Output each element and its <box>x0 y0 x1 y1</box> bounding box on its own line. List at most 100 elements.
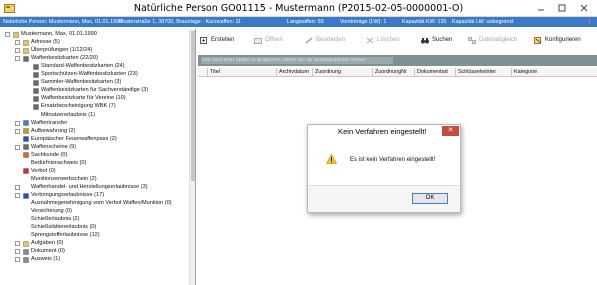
gun-icon <box>33 88 39 94</box>
tree-item-label[interactable]: Waffentransfer <box>31 120 67 127</box>
oeffnen-label: Öffnen <box>265 37 283 43</box>
tree-item-label[interactable]: Europäischer Feuerwaffenpass (2) <box>31 136 117 143</box>
gun-icon <box>33 80 39 86</box>
konfigurieren-label: Konfigurieren <box>545 37 581 43</box>
tree-item-label[interactable]: Sportschützen-Waffenbesitzkarten (23) <box>41 71 138 78</box>
info-address: Musterstraße 1, 38700, Braunlage - Kurzw… <box>119 19 242 25</box>
tree-item-label[interactable]: Waffenscheine (9) <box>31 144 76 151</box>
column-header-titel[interactable]: Titel <box>207 68 276 77</box>
gun-icon <box>33 63 39 70</box>
tree-item-label[interactable]: Bedürfnisnachweis (0) <box>31 160 86 167</box>
gun-icon <box>33 72 39 78</box>
tree-item-label[interactable]: Aufgaben (0) <box>31 240 63 247</box>
tree-item-label[interactable]: Adresse (5) <box>31 39 60 46</box>
navigation-tree: Mustermann, Max, 01.01.1990 Adresse (5) Üb… <box>0 29 196 285</box>
tree-item-label[interactable]: Verbot (0) <box>31 168 56 175</box>
tree-item-label[interactable]: Ausweis (1) <box>31 256 60 263</box>
datenabgleich-label: Datenabgleich <box>479 37 518 43</box>
sync-icon <box>468 37 476 44</box>
tree-expander[interactable] <box>15 56 20 62</box>
tree-item-label[interactable]: Waffenbesitzkarte für Vereine (10) <box>41 95 126 102</box>
tree-item-label[interactable]: Überprüfungen (1/12/24) <box>31 47 92 54</box>
message-dialog: Kein Verfahren eingestellt! ✕ Es ist kei… <box>307 124 461 213</box>
window-title: Natürliche Person GO01115 - Mustermann (… <box>133 3 464 14</box>
tree-expander[interactable] <box>15 249 20 255</box>
eu-flag-icon <box>23 136 29 142</box>
tree-item-label[interactable]: Standard-Waffenbesitzkarten (24) <box>41 63 125 70</box>
gun-icon <box>33 96 39 102</box>
tree-scrollbar[interactable] <box>189 29 195 285</box>
tree-expander[interactable] <box>15 48 20 54</box>
tree-item-label[interactable]: Mustermann, Max, 01.01.1990 <box>21 31 97 38</box>
tree-item-label[interactable]: Sammler-Waffenbesitzkarten (3) <box>41 79 121 86</box>
tree-expander[interactable] <box>15 257 20 263</box>
tree-expander[interactable] <box>15 193 20 198</box>
info-voreintraege: Voreinträge (LW): 1 <box>340 19 387 25</box>
info-kapazitaet-kw: Kapazität KW: 135 <box>402 19 447 25</box>
key-icon <box>23 128 29 134</box>
dialog-close-button[interactable]: ✕ <box>442 126 459 136</box>
tree-scrollbar-thumb[interactable] <box>191 31 195 181</box>
column-header-kategorie[interactable]: Kategorie <box>511 68 597 77</box>
tree-expander[interactable] <box>15 40 20 46</box>
tree-expander[interactable] <box>15 184 20 190</box>
create-icon <box>200 37 207 44</box>
folder-icon <box>23 241 29 247</box>
gun-icon <box>23 144 29 150</box>
dialog-titlebar: Kein Verfahren eingestellt! ✕ <box>308 125 460 138</box>
tree-item-label[interactable]: Ersatzbescheinigung WBK (7) <box>41 103 116 110</box>
tree-item-label[interactable]: Versicherung (0) <box>31 208 72 215</box>
group-by-panel[interactable]: Um nach einer Spalte zu gruppieren, zieh… <box>198 55 597 66</box>
minimize-button[interactable] <box>535 2 547 14</box>
tree-item-label[interactable]: Waffenbesitzkarten (22/20) <box>31 55 98 62</box>
tree-item-label[interactable]: Schießstättenerlaubnis (0) <box>31 224 96 231</box>
loeschen-label: Löschen <box>377 37 400 43</box>
column-header-zuordnung[interactable]: Zuordnung <box>312 68 372 77</box>
tree-item-label[interactable]: Mitnutzererlaubnis (1) <box>41 112 95 119</box>
tree-item-label[interactable]: Sprengstofferlaubnisse (12) <box>31 232 100 239</box>
group-by-placeholder: Um nach einer Spalte zu gruppieren, zieh… <box>201 57 393 64</box>
bearbeiten-label: Bearbeiten <box>316 37 346 43</box>
document-icon <box>23 249 29 255</box>
alert-icon[interactable]: ! <box>586 18 593 26</box>
tree-item-label[interactable]: Waffenhandel- und Herstellungserlaubniss… <box>31 184 148 191</box>
tree-expander[interactable] <box>15 128 20 134</box>
tree-item-label[interactable]: Schießerlaubnis (2) <box>31 216 80 223</box>
suchen-label: Suchen <box>432 37 453 43</box>
ban-icon <box>23 168 29 175</box>
edit-icon <box>305 37 313 44</box>
tree-item-label[interactable]: Verbringungserlaubnisse (17) <box>31 192 104 199</box>
tree-expander[interactable] <box>5 32 10 37</box>
binoculars-icon <box>421 38 429 44</box>
info-kapazitaet-lw: Kapazität LW: unbegrenzt <box>452 19 514 25</box>
column-header-zuordnungnr[interactable]: ZuordnungNr <box>372 68 414 77</box>
tree-item-label[interactable]: Sachkunde (0) <box>31 152 67 159</box>
minimize-icon <box>538 9 544 11</box>
tree-item-label[interactable]: Ausnahmegenehmigung vom Verbot Waffen/Mu… <box>31 200 172 207</box>
dialog-body: Es ist kein Verfahren eingestellt! <box>308 138 460 186</box>
info-person: Natürliche Person: Mustermann, Max, 01.0… <box>3 19 122 25</box>
tree-item-label[interactable]: Aufbewahrung (2) <box>31 128 75 135</box>
person-info-bar: Natürliche Person: Mustermann, Max, 01.0… <box>0 17 597 27</box>
maximize-button[interactable] <box>556 2 568 14</box>
column-header-dokumentart[interactable]: Dokumentart <box>414 68 455 77</box>
close-icon <box>580 4 588 12</box>
warning-icon <box>326 154 337 164</box>
document-icon <box>23 257 29 263</box>
window-close-button[interactable] <box>578 2 590 14</box>
gun-icon <box>23 55 29 62</box>
folder-icon <box>23 39 29 46</box>
tree-expander[interactable] <box>15 144 20 150</box>
tree-item-label[interactable]: Munitionserwerbschein (2) <box>31 176 97 183</box>
configure-icon <box>534 37 542 44</box>
column-header-schluesselwoerter[interactable]: Schlüsselwörter <box>455 68 511 77</box>
ok-button[interactable]: OK <box>412 193 448 204</box>
tree-item-label[interactable]: Dokument (0) <box>31 248 65 255</box>
tree-expander[interactable] <box>15 241 20 247</box>
column-header-archivdatum[interactable]: Archivdatum <box>276 68 312 77</box>
delete-icon <box>366 37 374 44</box>
grid-header: Titel Archivdatum Zuordnung ZuordnungNr … <box>198 68 597 77</box>
tree-expander[interactable] <box>15 120 20 126</box>
open-icon <box>254 38 262 44</box>
tree-item-label[interactable]: Waffenbesitzkarten für Sachverständige (… <box>41 87 148 94</box>
